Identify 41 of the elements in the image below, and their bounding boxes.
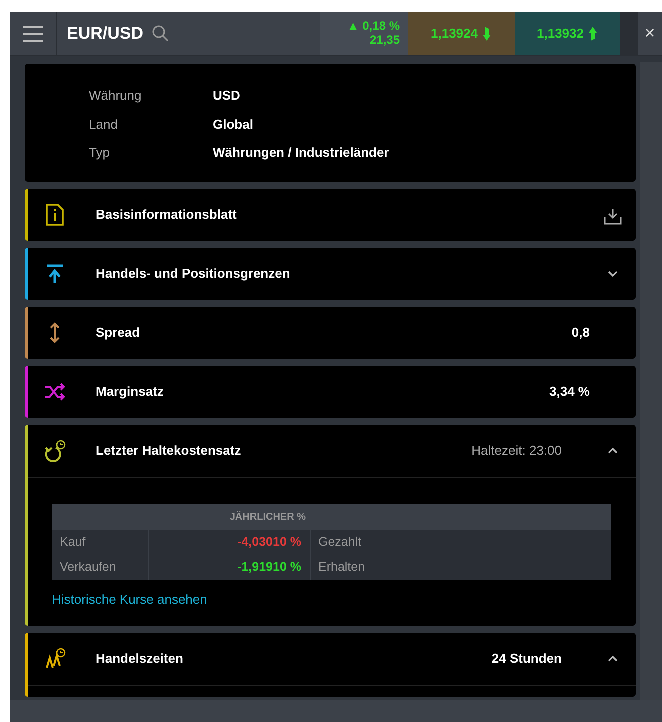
sell-button[interactable]: 1,13924 (408, 12, 515, 55)
detail-label: Währung (89, 87, 143, 105)
section-value: 3,34 % (550, 383, 590, 402)
table-header: JÄHRLICHER % (148, 504, 310, 530)
download-icon (604, 208, 622, 226)
section-title: Basisinformationsblatt (96, 206, 238, 224)
section-title: Handelszeiten (96, 650, 184, 668)
grip-handle[interactable] (620, 12, 638, 55)
shuffle-icon (44, 381, 66, 403)
detail-value: Währungen / Industrieländer (213, 144, 390, 162)
section-title: Letzter Haltekostensatz (96, 442, 242, 460)
arrow-up-icon (588, 26, 598, 42)
menu-icon[interactable] (23, 24, 43, 42)
download-button[interactable] (604, 206, 622, 224)
clock-cycle-icon (44, 440, 66, 462)
detail-value: USD (213, 87, 242, 105)
search-icon[interactable] (152, 25, 169, 42)
symbol-title: EUR/USD (67, 22, 144, 45)
arrow-down-icon (482, 26, 492, 42)
clock-arrows-icon (44, 648, 66, 670)
history-link[interactable]: Historische Kurse ansehen (52, 590, 208, 610)
section-title: Marginsatz (96, 383, 165, 402)
upload-icon (44, 263, 66, 285)
detail-value: Global (213, 116, 254, 134)
table-cell: Kauf (52, 530, 148, 555)
document-info-icon (44, 204, 66, 226)
table-cell: Verkaufen (52, 555, 148, 580)
change-points: 21,35 (370, 34, 400, 47)
section-title: Spread (96, 324, 142, 342)
table-cell: Gezahlt (310, 530, 611, 555)
section-title: Handels- und Positionsgrenzen (96, 265, 292, 284)
section-value: 0,8 (572, 324, 590, 342)
rate-cell: -1,91910 % (148, 555, 310, 580)
price-change: ▲ 0,18 % (347, 20, 400, 34)
table-cell: Erhalten (310, 555, 611, 580)
section-value: Haltezeit: 23:00 (472, 442, 562, 460)
detail-label: Land (89, 116, 119, 134)
buy-button[interactable]: 1,13932 (515, 12, 620, 55)
section-value: 24 Stunden (492, 650, 562, 668)
rate-cell: -4,03010 % (148, 530, 310, 555)
detail-label: Typ (89, 144, 111, 162)
